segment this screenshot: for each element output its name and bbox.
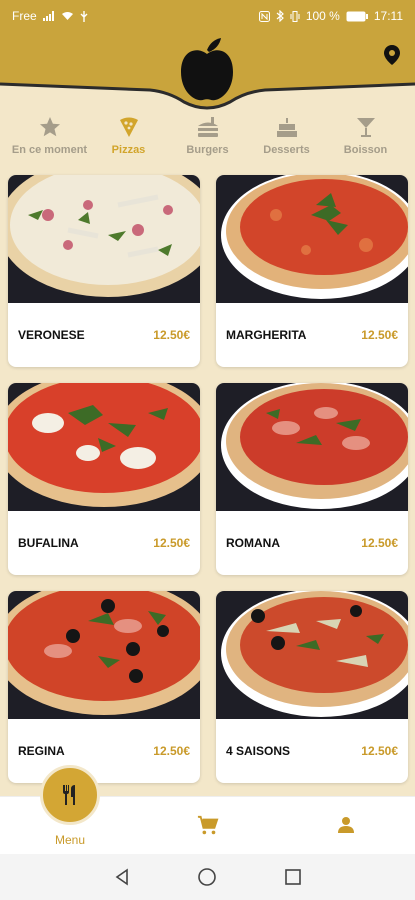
product-image [8,383,200,511]
product-price: 12.50€ [361,536,398,550]
tab-label: Pizzas [111,144,146,156]
wifi-icon [61,12,73,20]
menu-label: Menu [54,833,86,847]
app-header [0,32,415,110]
product-name: ROMANA [226,536,280,550]
nfc-icon [258,10,270,22]
tab-boisson[interactable]: Boisson [327,112,405,162]
product-card-bufalina[interactable]: BUFALINA 12.50€ [8,383,200,575]
product-name: REGINA [18,744,65,758]
tab-label: En ce moment [11,144,88,156]
tab-label: Boisson [343,144,388,156]
vibrate-icon [290,10,300,22]
product-price: 12.50€ [153,744,190,758]
location-pin-icon[interactable] [383,44,401,66]
product-card-veronese[interactable]: VERONESE 12.50€ [8,175,200,367]
menu-button[interactable] [40,765,100,825]
product-name: BUFALINA [18,536,79,550]
category-tabs: En ce moment Pizzas Burgers Desserts Boi… [0,112,415,162]
fork-knife-icon [63,785,75,805]
usb-icon [80,10,88,22]
system-nav-bar [0,854,415,900]
product-card-margherita[interactable]: MARGHERITA 12.50€ [216,175,408,367]
tab-burgers[interactable]: Burgers [169,112,247,162]
battery-percent: 100 % [305,9,340,23]
product-name: VERONESE [18,328,85,342]
product-grid: VERONESE 12.50€ MARGHERITA 12.50€ BUFALI… [8,175,408,783]
battery-icon [346,11,368,21]
tab-en-ce-moment[interactable]: En ce moment [11,112,89,162]
bluetooth-icon [276,10,284,22]
product-image [8,591,200,719]
pizza-slice-icon [119,117,138,137]
product-name: 4 SAISONS [226,744,291,758]
user-icon[interactable] [336,815,356,835]
product-price: 12.50€ [361,744,398,758]
product-image [216,591,408,719]
burger-icon [197,117,218,137]
product-image [216,175,408,303]
cocktail-icon [356,118,375,137]
status-bar: Free 100 % 17:11 [0,0,415,32]
product-image [8,175,200,303]
star-icon [39,117,60,137]
product-image [216,383,408,511]
product-name: MARGHERITA [226,328,307,342]
product-card-regina[interactable]: REGINA 12.50€ [8,591,200,783]
apple-logo [181,38,233,101]
signal-icon [42,11,54,21]
product-price: 12.50€ [153,536,190,550]
product-card-4-saisons[interactable]: 4 SAISONS 12.50€ [216,591,408,783]
cake-icon [276,118,297,137]
product-price: 12.50€ [153,328,190,342]
tab-label: Desserts [263,144,310,156]
tab-desserts[interactable]: Desserts [248,112,326,162]
clock: 17:11 [373,9,403,23]
tab-pizzas[interactable]: Pizzas [90,112,168,162]
cart-icon[interactable] [197,815,219,837]
back-icon[interactable] [113,868,131,886]
product-price: 12.50€ [361,328,398,342]
carrier-label: Free [12,9,37,23]
recents-icon[interactable] [284,868,302,886]
tab-label: Burgers [186,144,229,156]
product-card-romana[interactable]: ROMANA 12.50€ [216,383,408,575]
home-icon[interactable] [197,867,217,887]
